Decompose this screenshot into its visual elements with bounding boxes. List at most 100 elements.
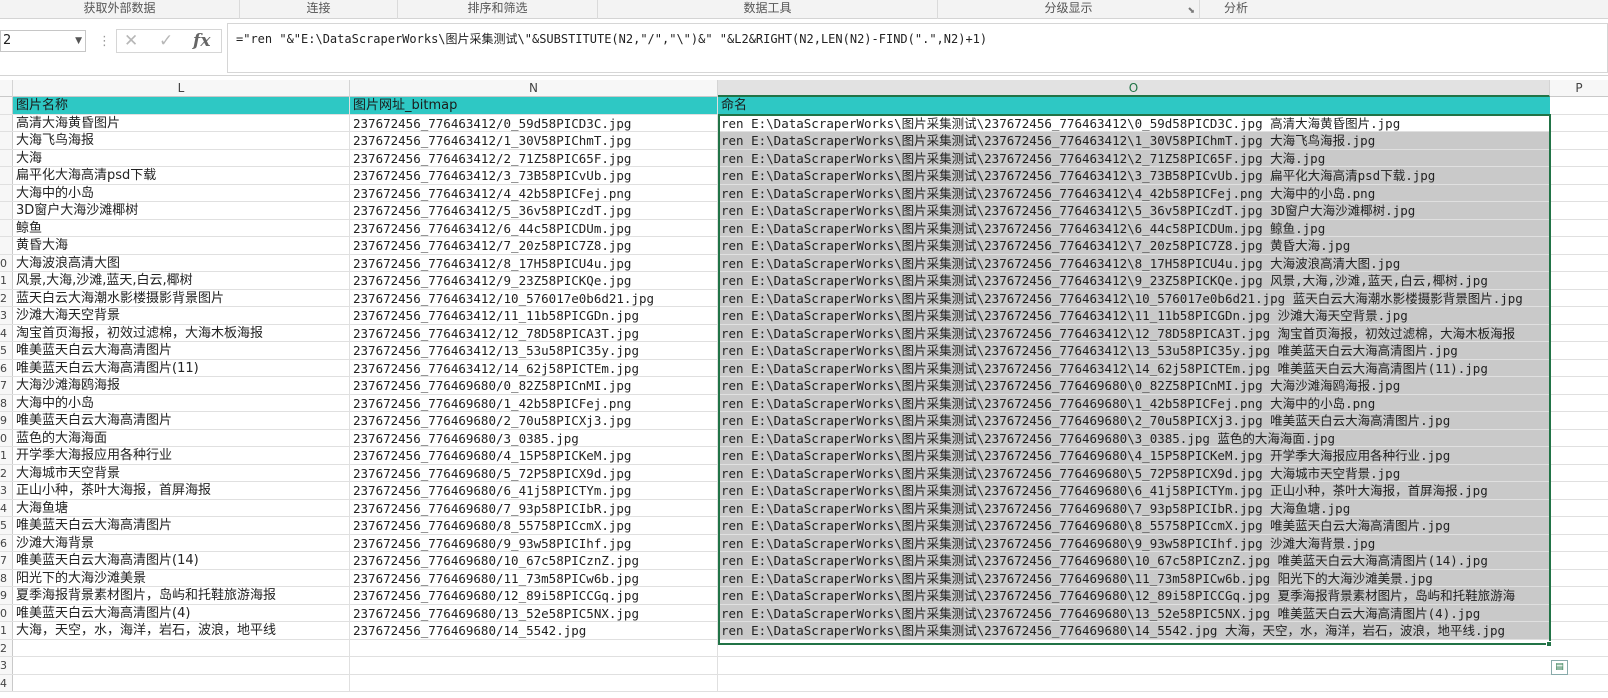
row-number[interactable]: [0, 202, 13, 219]
cell-image-name[interactable]: 大海: [13, 149, 350, 166]
row-number[interactable]: 0: [0, 254, 13, 271]
cell-image-name[interactable]: 高清大海黄昏图片: [13, 114, 350, 131]
cell-image-url[interactable]: 237672456_776463412/11_11b58PICGDn.jpg: [350, 307, 718, 324]
cell-p[interactable]: [1550, 342, 1608, 359]
cell-image-name[interactable]: 唯美蓝天白云大海高清图片(14): [13, 552, 350, 569]
row-number[interactable]: 2: [0, 289, 13, 306]
cell-image-name[interactable]: 风景,大海,沙滩,蓝天,白云,椰树: [13, 272, 350, 289]
cell-image-name[interactable]: 3D窗户大海沙滩椰树: [13, 202, 350, 219]
cell-image-name[interactable]: 正山小种，茶叶大海报，首屏海报: [13, 482, 350, 499]
cell-image-url[interactable]: 237672456_776463412/14_62j58PICTEm.jpg: [350, 359, 718, 376]
empty-cell[interactable]: [13, 674, 350, 691]
cell-image-url[interactable]: 237672456_776463412/10_576017e0b6d21.jpg: [350, 289, 718, 306]
cancel-icon[interactable]: ✕: [124, 30, 138, 52]
cell-rename-command[interactable]: ren E:\DataScraperWorks\图片采集测试\237672456…: [718, 167, 1550, 184]
cell-image-url[interactable]: 237672456_776469680/6_41j58PICTYm.jpg: [350, 482, 718, 499]
cell-image-name[interactable]: 唯美蓝天白云大海高清图片(11): [13, 359, 350, 376]
cell-rename-command[interactable]: ren E:\DataScraperWorks\图片采集测试\237672456…: [718, 517, 1550, 534]
cell-image-url[interactable]: 237672456_776463412/12_78D58PICA3T.jpg: [350, 324, 718, 341]
cell-p[interactable]: [1550, 237, 1608, 254]
cell-p[interactable]: [1550, 517, 1608, 534]
cell-p[interactable]: [1550, 220, 1608, 237]
row-number[interactable]: 9: [0, 412, 13, 429]
cell-image-url[interactable]: 237672456_776469680/0_82Z58PICnMI.jpg: [350, 377, 718, 394]
cell-p[interactable]: [1550, 412, 1608, 429]
cell-header-image-url[interactable]: 图片网址_bitmap: [350, 97, 718, 114]
column-header-n[interactable]: N: [350, 80, 718, 97]
cell-image-url[interactable]: 237672456_776469680/4_15P58PICKeM.jpg: [350, 447, 718, 464]
cell-image-name[interactable]: 阳光下的大海沙滩美景: [13, 569, 350, 586]
cell-p[interactable]: [1550, 115, 1608, 132]
cell-p[interactable]: [1550, 272, 1608, 289]
empty-cell[interactable]: [13, 657, 350, 674]
select-all-corner[interactable]: [0, 80, 13, 97]
row-number[interactable]: 4: [0, 499, 13, 516]
column-header-l[interactable]: L: [13, 80, 350, 97]
row-number[interactable]: 4: [0, 674, 13, 691]
cell-p[interactable]: [1550, 482, 1608, 499]
cell-rename-command[interactable]: ren E:\DataScraperWorks\图片采集测试\237672456…: [718, 499, 1550, 516]
cell-rename-command[interactable]: ren E:\DataScraperWorks\图片采集测试\237672456…: [718, 324, 1550, 341]
cell-image-name[interactable]: 唯美蓝天白云大海高清图片(4): [13, 604, 350, 621]
empty-cell[interactable]: [350, 674, 718, 691]
cell-image-url[interactable]: 237672456_776463412/4_42b58PICFej.png: [350, 184, 718, 201]
cell-image-name[interactable]: 大海中的小岛: [13, 184, 350, 201]
cell-image-url[interactable]: 237672456_776469680/13_52e58PIC5NX.jpg: [350, 604, 718, 621]
cell-header-rename[interactable]: 命名: [718, 97, 1550, 114]
cell-image-url[interactable]: 237672456_776463412/8_17H58PICU4u.jpg: [350, 254, 718, 271]
cell-p[interactable]: [1550, 132, 1608, 149]
cell-image-url[interactable]: 237672456_776469680/10_67c58PICznZ.jpg: [350, 552, 718, 569]
cell-rename-command[interactable]: ren E:\DataScraperWorks\图片采集测试\237672456…: [718, 184, 1550, 201]
cell-rename-command[interactable]: ren E:\DataScraperWorks\图片采集测试\237672456…: [718, 114, 1550, 131]
row-number[interactable]: 1: [0, 272, 13, 289]
cell-image-name[interactable]: 蓝天白云大海潮水影楼摄影背景图片: [13, 289, 350, 306]
cell-image-name[interactable]: 鲸鱼: [13, 219, 350, 236]
empty-cell[interactable]: [1550, 640, 1608, 657]
cell-rename-command[interactable]: ren E:\DataScraperWorks\图片采集测试\237672456…: [718, 447, 1550, 464]
cell-header-p[interactable]: [1550, 97, 1608, 114]
cell-image-url[interactable]: 237672456_776469680/8_55758PICcmX.jpg: [350, 517, 718, 534]
cell-rename-command[interactable]: ren E:\DataScraperWorks\图片采集测试\237672456…: [718, 569, 1550, 586]
cell-image-name[interactable]: 沙滩大海背景: [13, 534, 350, 551]
cell-p[interactable]: [1550, 552, 1608, 569]
cell-image-name[interactable]: 大海中的小岛: [13, 394, 350, 411]
row-number[interactable]: 5: [0, 342, 13, 359]
cell-p[interactable]: [1550, 430, 1608, 447]
cell-image-name[interactable]: 扁平化大海高清psd下载: [13, 167, 350, 184]
empty-cell[interactable]: [1550, 675, 1608, 692]
column-header-o[interactable]: O: [718, 80, 1550, 97]
cell-image-name[interactable]: 蓝色的大海海面: [13, 429, 350, 446]
row-number[interactable]: 4: [0, 324, 13, 341]
cell-p[interactable]: [1550, 185, 1608, 202]
row-number[interactable]: [0, 184, 13, 201]
cell-image-url[interactable]: 237672456_776463412/3_73B58PICvUb.jpg: [350, 167, 718, 184]
cell-rename-command[interactable]: ren E:\DataScraperWorks\图片采集测试\237672456…: [718, 272, 1550, 289]
chevron-down-icon[interactable]: ▼: [75, 31, 82, 51]
cell-header-image-name[interactable]: 图片名称: [13, 97, 350, 114]
cell-rename-command[interactable]: ren E:\DataScraperWorks\图片采集测试\237672456…: [718, 587, 1550, 604]
formula-input[interactable]: ="ren "&"E:\DataScraperWorks\图片采集测试\"&SU…: [227, 23, 1608, 73]
cell-image-name[interactable]: 沙滩大海天空背景: [13, 307, 350, 324]
cell-image-url[interactable]: 237672456_776469680/2_70u58PICXj3.jpg: [350, 412, 718, 429]
cell-image-url[interactable]: 237672456_776469680/11_73m58PICw6b.jpg: [350, 569, 718, 586]
cell-rename-command[interactable]: ren E:\DataScraperWorks\图片采集测试\237672456…: [718, 604, 1550, 621]
cell-rename-command[interactable]: ren E:\DataScraperWorks\图片采集测试\237672456…: [718, 202, 1550, 219]
cell-image-name[interactable]: 大海鱼塘: [13, 499, 350, 516]
cell-p[interactable]: [1550, 202, 1608, 219]
cell-image-name[interactable]: 大海飞鸟海报: [13, 132, 350, 149]
cell-rename-command[interactable]: ren E:\DataScraperWorks\图片采集测试\237672456…: [718, 149, 1550, 166]
cell-rename-command[interactable]: ren E:\DataScraperWorks\图片采集测试\237672456…: [718, 534, 1550, 551]
more-options-icon[interactable]: ⋮: [98, 34, 111, 49]
name-box[interactable]: 2 ▼: [0, 30, 86, 52]
row-number[interactable]: 1: [0, 447, 13, 464]
cell-image-url[interactable]: 237672456_776463412/0_59d58PICD3C.jpg: [350, 114, 718, 131]
check-icon[interactable]: ✓: [159, 30, 173, 52]
row-number[interactable]: 1: [0, 622, 13, 639]
cell-p[interactable]: [1550, 360, 1608, 377]
cell-p[interactable]: [1550, 167, 1608, 184]
cell-image-url[interactable]: 237672456_776469680/14_5542.jpg: [350, 622, 718, 639]
row-number[interactable]: 0: [0, 429, 13, 446]
row-number[interactable]: [0, 114, 13, 131]
row-number[interactable]: 8: [0, 394, 13, 411]
empty-cell[interactable]: [350, 639, 718, 656]
